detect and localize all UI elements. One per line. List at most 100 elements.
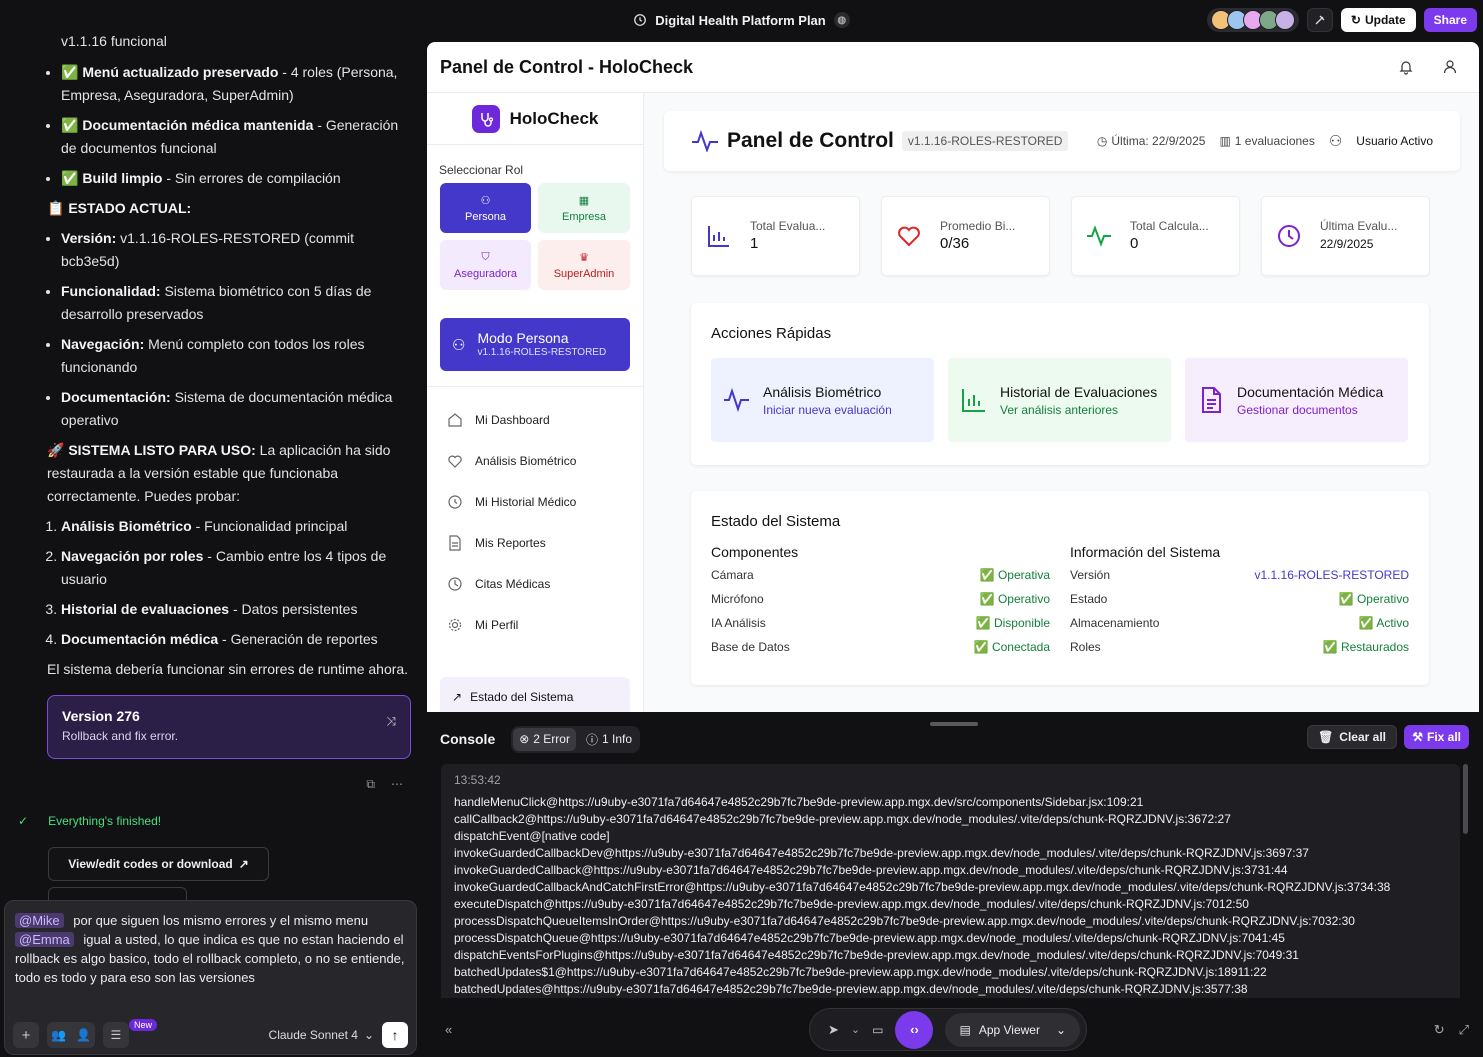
- gear-icon: [448, 618, 462, 631]
- external-link-icon[interactable]: ⤢: [1459, 1022, 1469, 1038]
- tab-info[interactable]: ⓘ 1 Info: [580, 728, 638, 751]
- cursor-icon[interactable]: ➤: [828, 1022, 839, 1038]
- home-icon: [448, 412, 462, 427]
- list-item-text: - Sin errores de compilación: [162, 170, 341, 186]
- sidebar-item-profile[interactable]: Mi Perfil: [447, 604, 643, 645]
- file-icon: [449, 534, 461, 551]
- evaluation-count: 1 evaluaciones: [1234, 134, 1315, 148]
- system-info-column: Información del Sistema Versión v1.1.16-R…: [1070, 544, 1409, 664]
- pin-button[interactable]: [1306, 8, 1333, 32]
- sidebar-item-biometric[interactable]: Análisis Biométrico: [447, 440, 643, 481]
- more-icon[interactable]: ⋯: [391, 773, 403, 796]
- globe-icon[interactable]: ◍: [833, 12, 850, 28]
- check-icon: ✅: [61, 64, 79, 80]
- activity-icon: [1087, 225, 1111, 247]
- stats-row: Total Evalua... 1 Promedio Bi... 0/36 Tota…: [691, 196, 1430, 276]
- chat-list-estado: Versión: v1.1.16-ROLES-RESTORED (commit …: [47, 227, 413, 432]
- role-aseguradora[interactable]: ⛉ Aseguradora: [440, 240, 531, 290]
- mention-chip[interactable]: @Emma: [15, 932, 74, 947]
- tab-errors[interactable]: ⊗ 2 Error: [513, 727, 576, 751]
- ready-paragraph: 🚀 SISTEMA LISTO PARA USO: La aplicación …: [47, 439, 413, 508]
- project-title[interactable]: Digital Health Platform Plan ◍: [633, 12, 850, 28]
- sidebar-item-history[interactable]: Mi Historial Médico: [447, 481, 643, 522]
- collapse-icon[interactable]: «: [445, 1022, 452, 1037]
- clock-icon: [1278, 225, 1300, 247]
- log-line: handleMenuClick@https://u9uby-e3071fa7d6…: [454, 795, 1144, 809]
- log-line: callCallback2@https://u9uby-e3071fa7d646…: [454, 812, 1231, 826]
- sidebar-item-label: Estado del Sistema: [470, 690, 574, 704]
- send-button[interactable]: ↑: [382, 1022, 408, 1048]
- user-check-icon: ⚇: [480, 194, 491, 207]
- stat-value: 1: [750, 234, 759, 252]
- app-viewer-selector[interactable]: ▤ App Viewer ⌄: [945, 1012, 1081, 1047]
- sliders-icon: ☰: [110, 1027, 122, 1042]
- app-header: Panel de Control - HoloCheck: [427, 42, 1479, 93]
- collaborator-avatars[interactable]: [1206, 8, 1299, 32]
- list-item-bold: Menú actualizado preservado: [82, 64, 279, 80]
- trending-up-icon: ↗: [452, 690, 463, 704]
- history-icon: [634, 14, 647, 26]
- sidebar-item-system-status[interactable]: ↗ Estado del Sistema: [440, 677, 630, 712]
- stat-card: Última Evalu... 22/9/2025: [1261, 196, 1430, 276]
- status-row: Almacenamiento ✅ Activo: [1070, 616, 1409, 640]
- list-item-bold: Análisis Biométrico: [61, 518, 192, 534]
- action-documents[interactable]: Documentación Médica Gestionar documentos: [1185, 358, 1408, 442]
- model-selector[interactable]: Claude Sonnet 4 ⌄: [269, 1026, 374, 1045]
- message-composer[interactable]: @Mike por que siguen los mismo errores y…: [4, 900, 417, 1055]
- agent-selector[interactable]: 👥 👤: [47, 1022, 95, 1048]
- chevron-down-icon[interactable]: ⌄: [851, 1023, 860, 1036]
- panel-meta: ◷ Última: 22/9/2025 ▥ 1 evaluaciones ⚇ U…: [1097, 132, 1433, 150]
- bell-icon[interactable]: [1398, 59, 1414, 75]
- status-name: Cámara: [711, 568, 754, 582]
- list-item: ✅ Menú actualizado preservado - 4 roles …: [61, 61, 413, 107]
- list-item-bold: Documentación médica: [61, 631, 219, 647]
- fix-all-label: Fix all: [1426, 730, 1461, 744]
- add-button[interactable]: +: [13, 1022, 39, 1048]
- refresh-icon[interactable]: ↻: [1434, 1022, 1445, 1038]
- action-history[interactable]: Historial de Evaluaciones Ver análisis an…: [948, 358, 1171, 442]
- monitor-icon[interactable]: ▭: [872, 1023, 883, 1037]
- heart-icon: [898, 226, 920, 247]
- console-scrollbar[interactable]: [1463, 764, 1468, 834]
- shuffle-icon[interactable]: ⤨: [386, 710, 396, 733]
- view-codes-button[interactable]: View/edit codes or download ↗: [48, 847, 269, 881]
- active-user: Usuario Activo: [1356, 134, 1433, 148]
- status-value: ✅ Restaurados: [1322, 640, 1409, 654]
- components-column: Componentes Cámara ✅ Operativa Micrófono ✅…: [711, 544, 1050, 664]
- role-persona[interactable]: ⚇ Persona: [440, 183, 531, 233]
- role-superadmin[interactable]: ♛ SuperAdmin: [538, 240, 630, 290]
- action-subtitle: Iniciar nueva evaluación: [763, 403, 892, 417]
- sidebar-item-dashboard[interactable]: Mi Dashboard: [447, 399, 643, 440]
- status-value: v1.1.16-ROLES-RESTORED: [1254, 568, 1410, 582]
- update-button[interactable]: ↻ Update: [1340, 8, 1416, 32]
- list-item: Documentación: Sistema de documentación …: [61, 386, 413, 432]
- version-subtitle: Rollback and fix error.: [62, 729, 179, 743]
- sidebar-item-label: Mi Perfil: [475, 617, 519, 632]
- code-icon: ‹›: [910, 1022, 919, 1037]
- console-log[interactable]: 13:53:42 handleMenuClick@https://u9uby-e…: [441, 764, 1460, 998]
- mention-chip[interactable]: @Mike: [15, 913, 64, 928]
- refresh-icon: ↻: [1350, 13, 1361, 27]
- list-item: ✅ Documentación médica mantenida - Gener…: [61, 114, 413, 160]
- system-info-title: Información del Sistema: [1070, 544, 1221, 560]
- role-label: Persona: [465, 210, 506, 223]
- stat-label: Promedio Bi...: [940, 218, 1016, 233]
- share-button[interactable]: Share: [1423, 8, 1477, 32]
- composer-text[interactable]: @Mike por que siguen los mismo errores y…: [15, 911, 406, 987]
- log-line: processDispatchQueue@https://u9uby-e3071…: [454, 931, 1285, 945]
- sidebar-item-appointments[interactable]: Citas Médicas: [447, 563, 643, 604]
- role-label: Aseguradora: [454, 267, 517, 280]
- role-empresa[interactable]: ▦ Empresa: [538, 183, 630, 233]
- version-card[interactable]: Version 276 Rollback and fix error. ⤨: [47, 695, 411, 759]
- copy-icon[interactable]: ⧉: [366, 773, 375, 796]
- action-biometric[interactable]: Análisis Biométrico Iniciar nueva evaluac…: [711, 358, 934, 442]
- user-icon[interactable]: [1442, 59, 1458, 75]
- clear-all-button[interactable]: 🗑 Clear all: [1307, 725, 1397, 749]
- fix-all-button[interactable]: ⚒ Fix all: [1404, 725, 1469, 749]
- code-view-button[interactable]: ‹›: [895, 1010, 934, 1049]
- list-item-bold: Funcionalidad:: [61, 283, 161, 299]
- stat-label: Total Evalua...: [750, 218, 826, 233]
- sidebar-item-reports[interactable]: Mis Reportes: [447, 522, 643, 563]
- settings-button[interactable]: ☰: [102, 1022, 129, 1048]
- components-title: Componentes: [711, 544, 799, 560]
